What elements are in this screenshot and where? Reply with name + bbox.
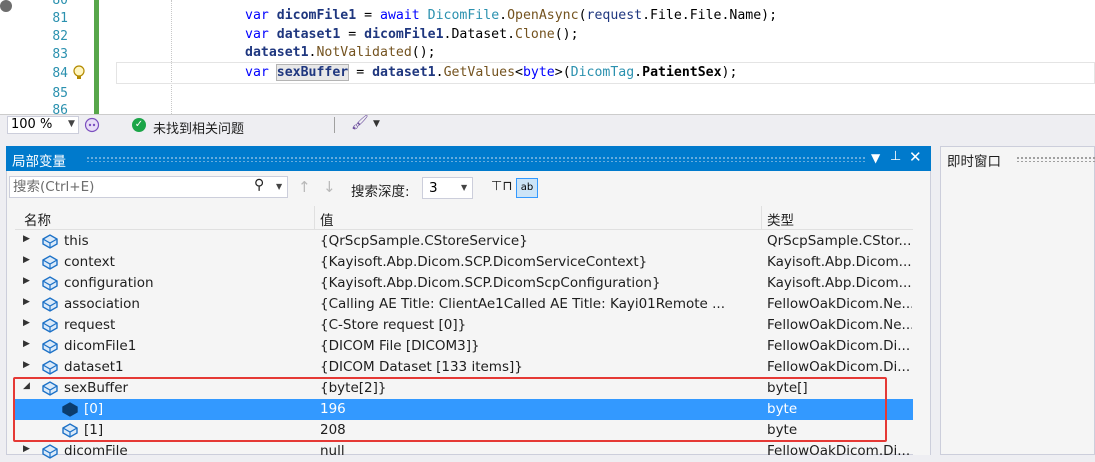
arrow-up-icon[interactable]: ↑: [298, 178, 311, 196]
chevron-down-icon[interactable]: ▼: [68, 119, 75, 129]
object-icon: [42, 276, 58, 291]
code-line-81[interactable]: var dicomFile1 = await DicomFile.OpenAsy…: [245, 8, 777, 23]
table-row[interactable]: ▶ request {C-Store request [0]} FellowOakDi…: [15, 315, 913, 336]
search-icon[interactable]: ⚲: [254, 177, 264, 193]
expand-arrow-icon[interactable]: ▶: [23, 276, 30, 286]
line-number: 85: [52, 86, 68, 101]
cell-value[interactable]: {DICOM File [DICOM3]}: [320, 338, 758, 354]
table-row[interactable]: ▶ dataset1 {DICOM Dataset [133 items]} Fell…: [15, 357, 913, 378]
expand-arrow-icon[interactable]: ▶: [23, 339, 30, 349]
cell-value[interactable]: null: [320, 443, 758, 459]
pin-icon[interactable]: ⊥: [890, 149, 901, 164]
cell-type: FellowOakDicom.Ne...: [767, 296, 912, 312]
cell-value[interactable]: {Kayisoft.Abp.Dicom.SCP.DicomServiceCont…: [320, 254, 758, 270]
table-row[interactable]: ▶ dicomFile null FellowOakDicom.Di...: [15, 441, 913, 462]
drag-grip[interactable]: [86, 156, 866, 162]
cell-type: FellowOakDicom.Di...: [767, 359, 911, 375]
expand-arrow-icon[interactable]: ▶: [23, 234, 30, 244]
expand-arrow-icon[interactable]: ▶: [23, 444, 30, 454]
line-number: 84: [52, 66, 68, 81]
cell-type: FellowOakDicom.Di...: [767, 338, 911, 354]
column-header-type[interactable]: 类型: [767, 209, 794, 229]
cell-value[interactable]: {QrScpSample.CStoreService}: [320, 233, 758, 249]
object-icon: [42, 255, 58, 270]
expand-arrow-icon[interactable]: ▶: [23, 297, 30, 307]
column-divider[interactable]: [761, 206, 762, 229]
drag-grip[interactable]: [1016, 156, 1095, 162]
code-line-84[interactable]: var sexBuffer = dataset1.GetValues<byte>…: [245, 64, 737, 81]
expand-arrow-icon[interactable]: ▶: [23, 255, 30, 265]
search-depth-label: 搜索深度:: [351, 184, 410, 200]
object-icon: [42, 444, 58, 459]
cell-name: request: [64, 317, 116, 333]
cell-type: Kayisoft.Abp.Dicom....: [767, 275, 912, 291]
expand-arrow-icon[interactable]: ▶: [23, 360, 30, 370]
table-row[interactable]: ▶ configuration {Kayisoft.Abp.Dicom.SCP.Di…: [15, 273, 913, 294]
object-icon: [42, 297, 58, 312]
chevron-down-icon[interactable]: ▼: [461, 183, 467, 192]
cell-name: dicomFile: [64, 443, 128, 459]
highlight-annotation-box: [13, 377, 887, 442]
line-number: 80: [52, 0, 68, 8]
line-number: 81: [52, 11, 68, 26]
cell-type: FellowOakDicom.Ne...: [767, 317, 912, 333]
check-circle-icon: ✓: [132, 118, 146, 132]
line-number: 83: [52, 47, 68, 62]
collapse-all-icon[interactable]: [0, 0, 12, 12]
cell-value[interactable]: {DICOM Dataset [133 items]}: [320, 359, 758, 375]
divider: [334, 117, 335, 133]
view-text-icon[interactable]: ab: [516, 178, 538, 198]
dropdown-icon[interactable]: ▼: [871, 151, 880, 165]
object-icon: [42, 234, 58, 249]
cell-value[interactable]: {Calling AE Title: ClientAe1Called AE Ti…: [320, 296, 758, 312]
change-tracking-bar: [94, 0, 99, 114]
column-header-value[interactable]: 值: [320, 209, 334, 229]
code-editor[interactable]: 80 81 82 83 84 85 86 var dicomFile1 = aw…: [0, 0, 1095, 114]
line-number-margin: 80 81 82 83 84 85 86: [0, 0, 100, 114]
immediate-window[interactable]: [940, 146, 1095, 455]
cell-type: Kayisoft.Abp.Dicom....: [767, 254, 912, 270]
column-divider[interactable]: [314, 206, 315, 229]
object-icon: [42, 360, 58, 375]
line-number: 86: [52, 103, 68, 114]
column-header-name[interactable]: 名称: [24, 209, 51, 229]
object-icon: [42, 339, 58, 354]
code-line-83[interactable]: dataset1.NotValidated();: [245, 45, 436, 60]
cell-name: this: [64, 233, 89, 249]
pin-to-source-icon[interactable]: ⊤⊓: [491, 179, 512, 194]
table-row[interactable]: ▶ association {Calling AE Title: ClientAe1…: [15, 294, 913, 315]
cell-value[interactable]: {C-Store request [0]}: [320, 317, 758, 333]
issues-status[interactable]: 未找到相关问题: [153, 118, 244, 137]
close-icon[interactable]: ✕: [909, 148, 922, 166]
cell-type: FellowOakDicom.Di...: [767, 443, 911, 459]
expand-arrow-icon[interactable]: ▶: [23, 318, 30, 328]
panel-title: 局部变量: [12, 154, 66, 170]
cell-type: QrScpSample.CStor...: [767, 233, 912, 249]
lightbulb-icon[interactable]: [72, 65, 86, 81]
indent-guide: [171, 0, 172, 114]
table-row[interactable]: ▶ this {QrScpSample.CStoreService} QrScpSam…: [15, 231, 913, 252]
cell-name: dicomFile1: [64, 338, 137, 354]
table-row[interactable]: ▶ dicomFile1 {DICOM File [DICOM3]} FellowOa…: [15, 336, 913, 357]
cell-name: association: [64, 296, 140, 312]
code-cleanup-brush-icon[interactable]: 🖌: [351, 115, 369, 131]
copilot-icon[interactable]: [84, 117, 100, 133]
arrow-down-icon[interactable]: ↓: [323, 178, 336, 196]
immediate-window-title: 即时窗口: [947, 154, 1001, 170]
cell-value[interactable]: {Kayisoft.Abp.Dicom.SCP.DicomScpConfigur…: [320, 275, 758, 291]
chevron-down-icon[interactable]: ▼: [373, 119, 380, 129]
chevron-down-icon[interactable]: ▼: [276, 182, 282, 191]
vertical-scrollbar[interactable]: [913, 206, 930, 455]
table-row[interactable]: ▶ context {Kayisoft.Abp.Dicom.SCP.DicomSer…: [15, 252, 913, 273]
cell-name: dataset1: [64, 359, 124, 375]
search-input[interactable]: 搜索(Ctrl+E): [9, 176, 288, 198]
line-number: 82: [52, 29, 68, 44]
cell-name: context: [64, 254, 115, 270]
cell-name: configuration: [64, 275, 154, 291]
code-line-82[interactable]: var dataset1 = dicomFile1.Dataset.Clone(…: [245, 27, 579, 42]
object-icon: [42, 318, 58, 333]
